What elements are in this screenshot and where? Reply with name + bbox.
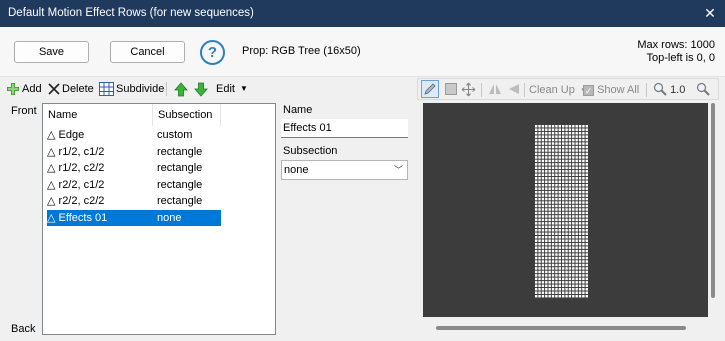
max-rows-label: Max rows: 1000 [637, 39, 715, 51]
cancel-button[interactable]: Cancel [110, 41, 185, 63]
close-icon[interactable]: ✕ [701, 4, 719, 22]
zoom-value: 1.0 [670, 84, 686, 96]
flip-horizontal-icon [489, 84, 501, 94]
flip-horizontal-button[interactable] [488, 82, 502, 98]
arrow-up-icon [174, 81, 188, 96]
flip-vertical-icon [509, 84, 519, 94]
list-item[interactable]: △ r1/2, c1/2 rectangle [47, 144, 221, 161]
vertical-scrollbar[interactable] [711, 103, 715, 298]
row-subsection: rectangle [157, 145, 203, 158]
name-label: Name [283, 104, 313, 116]
add-label: Add [22, 83, 42, 95]
rows-list[interactable]: Name Subsection △ Edge custom △ r1/2, c1… [42, 103, 276, 335]
row-name: r2/2, c2/2 [58, 195, 105, 207]
triangle-icon: △ [47, 195, 56, 207]
cleanup-label: Clean Up [529, 84, 575, 96]
select-tool-button[interactable] [444, 82, 458, 98]
delete-x-icon [48, 83, 60, 95]
show-all-toggle[interactable]: ✓ Show All [583, 82, 639, 98]
row-name: Edge [58, 129, 85, 141]
delete-label: Delete [62, 83, 94, 95]
move-down-button[interactable] [194, 80, 208, 98]
row-name: Effects 01 [58, 211, 108, 224]
move-up-button[interactable] [174, 80, 188, 98]
subdivide-button[interactable]: Subdivide [99, 80, 164, 98]
list-item-selected[interactable]: △ Effects 01 none [47, 209, 221, 226]
help-icon[interactable]: ? [200, 40, 225, 65]
top-left-label: Top-left is 0, 0 [646, 52, 715, 64]
triangle-icon: △ [47, 129, 56, 141]
top-bar: Save Cancel ? Prop: RGB Tree (16x50) Max… [0, 27, 725, 77]
row-name: r1/2, c2/2 [58, 162, 105, 174]
chevron-down-icon: ﹀ [393, 165, 403, 175]
row-subsection: rectangle [157, 162, 203, 174]
subsection-select[interactable]: none ﹀ [281, 160, 408, 180]
subsection-label: Subsection [283, 145, 338, 157]
row-name: r2/2, c1/2 [58, 178, 105, 191]
list-item[interactable]: △ r2/2, c1/2 rectangle [47, 177, 221, 194]
triangle-icon: △ [47, 145, 56, 158]
list-item[interactable]: △ Edge custom [47, 127, 221, 144]
arrow-down-icon [194, 82, 208, 97]
add-button[interactable]: Add [6, 80, 42, 98]
dropdown-arrow-icon: ▼ [239, 84, 248, 93]
toolbar-divider [524, 83, 525, 97]
row-subsection: none [157, 211, 182, 224]
row-subsection: rectangle [157, 178, 203, 191]
cleanup-menu-button[interactable]: Clean Up ▼ [529, 82, 588, 98]
editor-toolbar: Clean Up ▼ ✓ Show All 1.0 [417, 78, 719, 100]
magnifier-icon [653, 82, 667, 96]
list-item[interactable]: △ r1/2, c2/2 rectangle [47, 160, 221, 177]
pencil-icon [424, 83, 436, 95]
triangle-icon: △ [47, 162, 56, 174]
list-item[interactable]: △ r2/2, c2/2 rectangle [47, 193, 221, 210]
front-label: Front [11, 105, 37, 117]
move-arrows-icon [461, 82, 476, 97]
zoom-control[interactable]: 1.0 [653, 82, 685, 98]
triangle-icon: △ [47, 178, 56, 191]
column-header-name[interactable]: Name [43, 104, 153, 126]
move-tool-button[interactable] [461, 82, 476, 98]
row-info: Max rows: 1000 Top-left is 0, 0 [637, 39, 715, 65]
plus-icon [7, 83, 19, 95]
show-all-label: Show All [597, 84, 640, 96]
row-name: r1/2, c1/2 [58, 145, 105, 158]
delete-button[interactable]: Delete [48, 80, 94, 98]
checkbox-icon: ✓ [583, 85, 594, 96]
triangle-icon: △ [47, 211, 56, 224]
flip-vertical-button[interactable] [507, 82, 521, 98]
toolbar-divider [166, 82, 167, 96]
window-title: Default Motion Effect Rows (for new sequ… [8, 7, 254, 19]
row-subsection: custom [157, 129, 193, 141]
name-field[interactable]: Effects 01 [281, 119, 408, 138]
pencil-tool-button[interactable] [421, 80, 439, 98]
horizontal-scrollbar[interactable] [436, 326, 686, 330]
edit-menu-button[interactable]: Edit ▼ [216, 80, 248, 98]
subdivide-label: Subdivide [116, 83, 165, 95]
preview-canvas[interactable] [423, 103, 708, 317]
rectangle-select-icon [445, 83, 457, 95]
window-titlebar: Default Motion Effect Rows (for new sequ… [0, 0, 725, 27]
prop-grid[interactable] [534, 124, 588, 298]
back-label: Back [11, 323, 36, 335]
zoom-in-button[interactable] [696, 82, 710, 98]
save-button[interactable]: Save [14, 41, 89, 63]
grid-icon [99, 82, 114, 96]
edit-label: Edit [216, 83, 235, 95]
row-subsection: rectangle [157, 195, 203, 207]
zoom-magnifier-icon [696, 82, 710, 96]
prop-label: Prop: RGB Tree (16x50) [242, 45, 361, 57]
subsection-value: none [284, 164, 309, 176]
toolbar-divider [481, 83, 482, 97]
toolbar-divider [646, 83, 647, 97]
column-header-subsection[interactable]: Subsection [153, 104, 221, 126]
